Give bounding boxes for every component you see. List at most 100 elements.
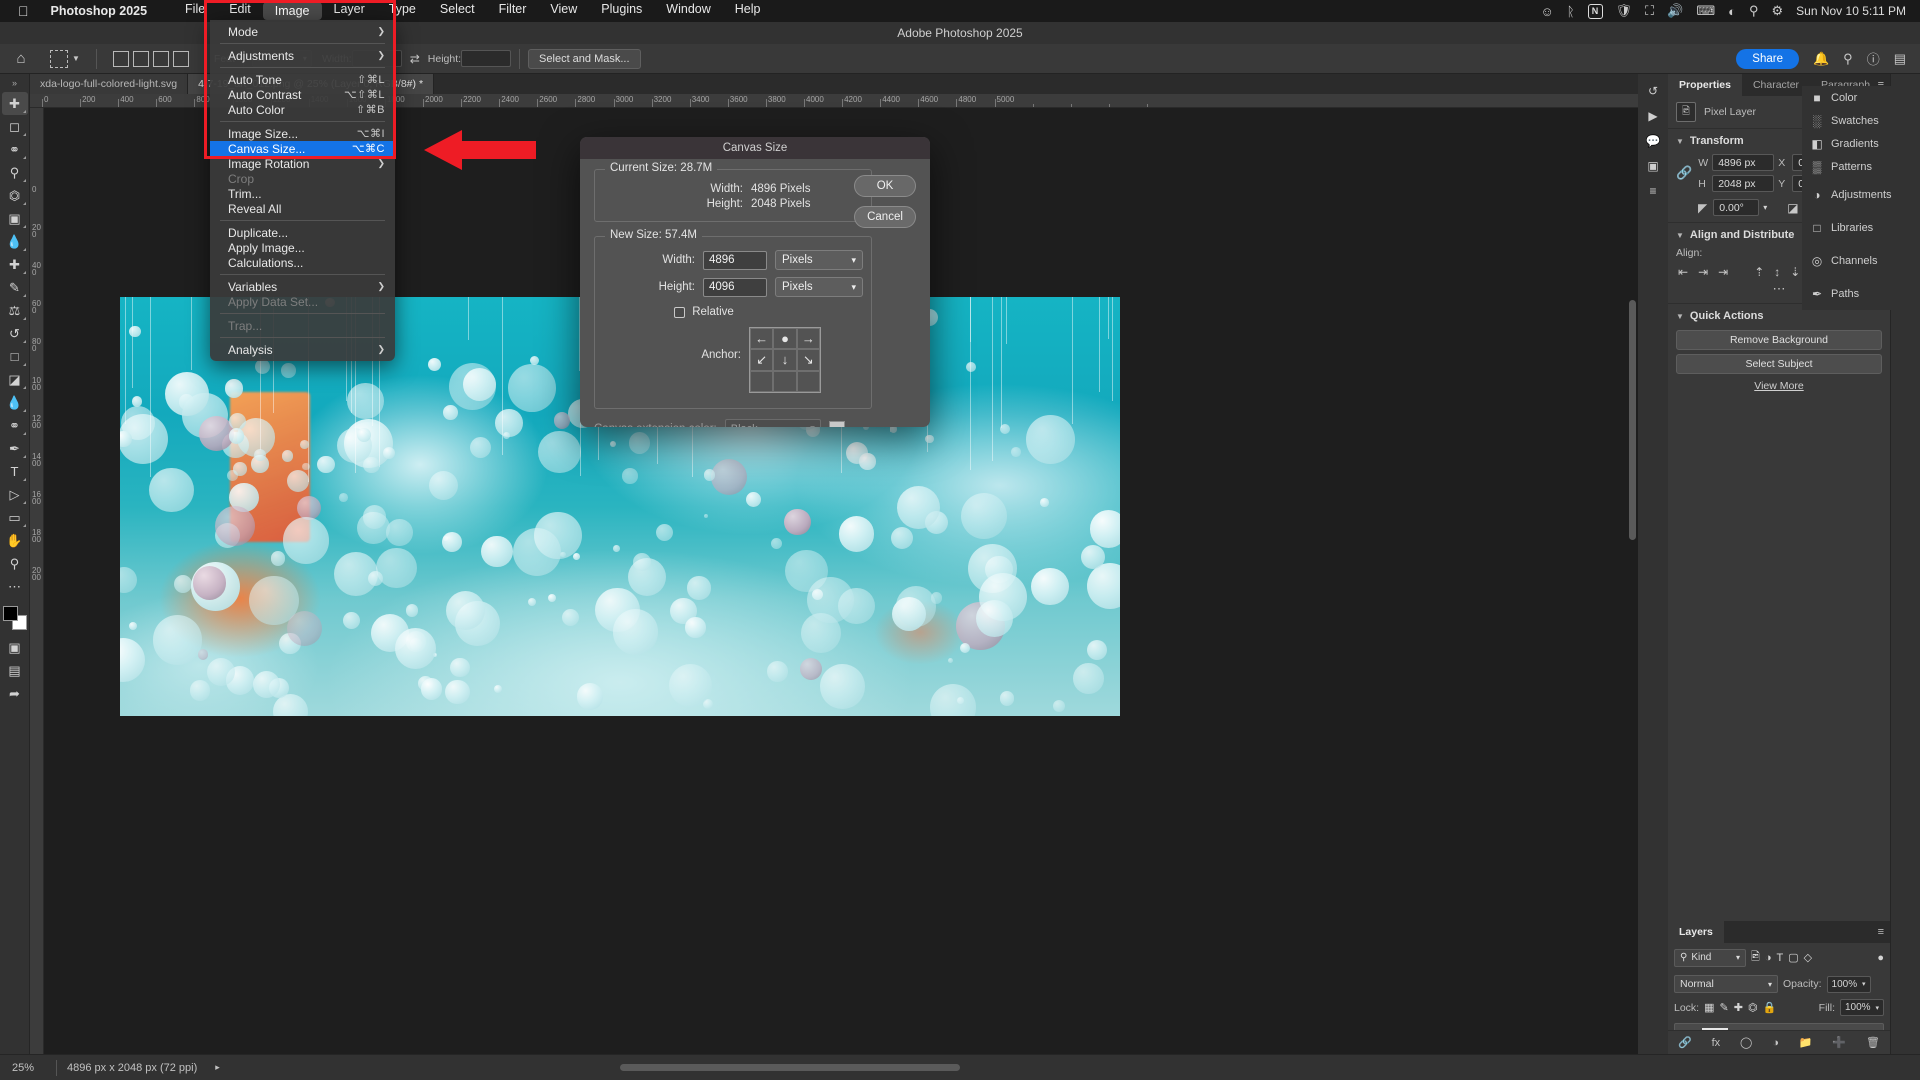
swap-dimensions-icon[interactable]: ⇄ (410, 52, 420, 66)
canvas-size-dialog[interactable]: Canvas Size Current Size: 28.7M Width: 4… (580, 137, 930, 427)
menu-item-auto-tone[interactable]: Auto Tone ⇧⌘L (210, 72, 395, 87)
menu-item-apply-image[interactable]: Apply Image... (210, 240, 395, 255)
vertical-ruler[interactable]: 0 200 400 600 800 1000 1200 1400 1600 1800 2000 (30, 108, 44, 1054)
cancel-button[interactable]: Cancel (854, 206, 916, 228)
frame-tool-icon[interactable]: ▣ (2, 207, 28, 230)
horizontal-scrollbar[interactable] (620, 1064, 960, 1071)
path-selection-tool-icon[interactable]: ▷ (2, 483, 28, 506)
new-group-icon[interactable]: 📁 (1799, 1036, 1813, 1049)
share-tool-icon[interactable]: ➦ (2, 682, 28, 705)
tab-layers[interactable]: Layers (1668, 921, 1724, 943)
document-info[interactable]: 4896 px x 2048 px (72 ppi) (56, 1059, 207, 1076)
chevron-down-icon[interactable]: ▾ (1763, 203, 1767, 212)
selection-mode-buttons[interactable] (105, 50, 197, 67)
actions-panel-icon[interactable]: ▶ (1641, 105, 1665, 127)
new-layer-icon[interactable]: ➕ (1832, 1036, 1846, 1049)
new-width-unit-select[interactable]: Pixels ▾ (775, 250, 863, 270)
menu-item-mode[interactable]: Mode ❯ (210, 24, 395, 39)
delete-layer-icon[interactable]: 🗑 (1866, 1036, 1880, 1049)
lock-transparent-icon[interactable]: ▦ (1704, 1001, 1714, 1014)
status-expand-icon[interactable]: ▸ (207, 1062, 220, 1073)
eraser-tool-icon[interactable]: □ (2, 345, 28, 368)
keyboard-icon[interactable]: ⌨ (1696, 3, 1715, 19)
align-top-icon[interactable]: ⇡ (1754, 265, 1764, 279)
align-right-icon[interactable]: ⇥ (1718, 265, 1728, 279)
height-input[interactable] (461, 50, 512, 67)
gradient-tool-icon[interactable]: ◪ (2, 368, 28, 391)
anchor-cell-7[interactable] (773, 370, 797, 392)
add-to-selection-icon[interactable] (132, 50, 149, 67)
menu-item-auto-color[interactable]: Auto Color ⇧⌘B (210, 102, 395, 117)
chevron-down-icon[interactable]: ▼ (72, 54, 80, 63)
anchor-cell-5[interactable]: ↘ (796, 349, 820, 371)
chevron-down-icon[interactable]: ▼ (1676, 137, 1684, 146)
blur-tool-icon[interactable]: 💧 (2, 391, 28, 414)
new-selection-icon[interactable] (112, 50, 129, 67)
menu-item-reveal-all[interactable]: Reveal All (210, 201, 395, 216)
active-tool-selector[interactable]: ▼ (42, 49, 88, 68)
help-icon[interactable]: ⓘ (1867, 49, 1880, 68)
anchor-cell-4[interactable]: ↓ (773, 349, 797, 371)
filter-shape-icon[interactable]: ▢ (1788, 951, 1798, 964)
rail-item-swatches[interactable]: ░ Swatches (1802, 109, 1920, 132)
blend-mode-select[interactable]: Normal ▾ (1674, 975, 1778, 993)
zoom-level[interactable]: 25% (0, 1062, 56, 1074)
rail-item-adjustments[interactable]: ◑ Adjustments (1802, 178, 1920, 211)
menu-window[interactable]: Window (654, 2, 722, 20)
menu-item-trim[interactable]: Trim... (210, 186, 395, 201)
fill-input[interactable]: 100% ▾ (1840, 999, 1884, 1016)
pen-tool-icon[interactable]: ✒ (2, 437, 28, 460)
new-height-unit-select[interactable]: Pixels ▾ (775, 277, 863, 297)
expand-toolbar-icon[interactable]: » (12, 78, 17, 88)
transform-height-input[interactable]: 2048 px (1712, 175, 1775, 192)
clone-stamp-tool-icon[interactable]: ⚖ (2, 299, 28, 322)
remove-background-button[interactable]: Remove Background (1676, 330, 1882, 350)
status-letter-n-icon[interactable]: N (1587, 3, 1603, 19)
crop-tool-icon[interactable]: ⏣ (2, 184, 28, 207)
transform-width-input[interactable]: 4896 px (1712, 154, 1775, 171)
ok-button[interactable]: OK (854, 175, 916, 197)
lock-artboard-icon[interactable]: ⏣ (1748, 1001, 1758, 1014)
clock-label[interactable]: Sun Nov 10 5:11 PM (1796, 4, 1906, 18)
document-tab-svg[interactable]: xda-logo-full-colored-light.svg (30, 74, 189, 94)
chevron-down-icon[interactable]: ▼ (1676, 231, 1684, 240)
screen-mode-icon[interactable]: ▤ (2, 659, 28, 682)
new-height-input[interactable]: 4096 (703, 277, 767, 297)
move-tool-icon[interactable]: ✚ (1, 92, 28, 115)
lock-position-icon[interactable]: ✚ (1734, 1001, 1743, 1014)
menu-item-image-size[interactable]: Image Size... ⌥⌘I (210, 126, 395, 141)
foreground-color-swatch[interactable] (2, 606, 18, 621)
spotlight-search-icon[interactable]: ⚲ (1749, 3, 1759, 19)
anchor-cell-1[interactable]: ● (773, 328, 797, 350)
menu-layer[interactable]: Layer (322, 2, 377, 20)
anchor-cell-3[interactable]: ↙ (750, 349, 774, 371)
tab-character[interactable]: Character (1742, 74, 1810, 96)
subtract-from-selection-icon[interactable] (152, 50, 169, 67)
flip-horizontal-icon[interactable]: ◪ (1787, 201, 1798, 215)
spot-healing-brush-tool-icon[interactable]: ✚ (2, 253, 28, 276)
tab-properties[interactable]: Properties (1668, 74, 1742, 96)
foreground-background-color[interactable] (2, 606, 27, 630)
menu-edit[interactable]: Edit (217, 2, 263, 20)
rail-item-patterns[interactable]: ▒ Patterns (1802, 155, 1920, 178)
info-panel-icon[interactable]: ≡ (1641, 180, 1665, 202)
link-dimensions-icon[interactable]: 🔗 (1676, 165, 1692, 181)
relative-checkbox[interactable] (674, 306, 686, 318)
menu-help[interactable]: Help (723, 2, 773, 20)
view-more-link[interactable]: View More (1676, 380, 1882, 392)
object-selection-tool-icon[interactable]: ⚲ (2, 161, 28, 184)
brush-tool-icon[interactable]: ✎ (2, 276, 28, 299)
adjustment-layer-icon[interactable]: ◑ (1772, 1037, 1779, 1049)
menu-item-auto-contrast[interactable]: Auto Contrast ⌥⇧⌘L (210, 87, 395, 102)
type-tool-icon[interactable]: T (2, 460, 28, 483)
quick-actions-header[interactable]: ▼ Quick Actions (1676, 310, 1882, 322)
rectangular-marquee-tool-icon[interactable]: ◻ (2, 115, 28, 138)
filter-smart-icon[interactable]: ◇ (1804, 951, 1812, 964)
comments-panel-icon[interactable]: 💬 (1641, 130, 1665, 152)
angle-input[interactable]: 0.00° (1713, 199, 1760, 216)
notifications-icon[interactable]: 🔔 (1813, 51, 1829, 67)
select-and-mask-button[interactable]: Select and Mask... (528, 48, 641, 69)
volume-icon[interactable]: 🔊 (1667, 3, 1683, 19)
home-icon[interactable]: ⌂ (0, 50, 42, 67)
menu-image[interactable]: Image (262, 2, 322, 20)
